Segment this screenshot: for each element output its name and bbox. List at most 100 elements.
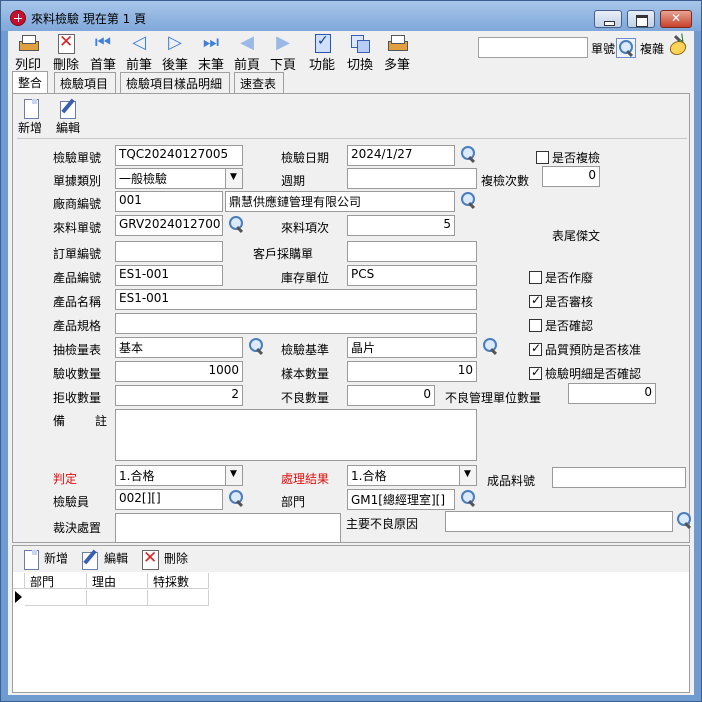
sample-table-lookup-icon[interactable] [247,337,265,355]
grid-col-special-qty[interactable]: 特採數 [148,573,209,589]
grid-cell[interactable] [25,590,87,606]
main-reason-field[interactable] [445,511,673,532]
qc-prevent-checkbox[interactable]: 品質預防是否核准 [529,341,641,358]
approved-checkbox[interactable]: 是否審核 [529,293,593,310]
first-record-button[interactable]: ⏮ 首筆 [86,32,120,74]
delete-button[interactable]: 刪除 [48,32,84,73]
prev-record-button[interactable]: ◁ 前筆 [122,33,156,74]
doc-no-search-button[interactable] [616,38,636,58]
received-qty-label: 驗收數量 [53,367,102,381]
cycle-field[interactable] [347,168,477,189]
edit-button[interactable]: 編輯 [53,98,83,136]
vendor-no-label: 廠商編號 [53,197,102,211]
grid-cell[interactable] [148,590,209,606]
vendor-name-field[interactable]: 鼎慧供應鏈管理有限公司 [225,191,455,212]
doc-type-select[interactable]: 一般檢驗 [115,168,243,189]
dept-field[interactable]: GM1[總經理室][] [347,489,455,510]
chevron-down-icon [225,169,242,188]
confirmed-checkbox[interactable]: 是否確認 [529,317,593,334]
tab-integrated[interactable]: 整合 [12,71,48,94]
chevron-down-icon [225,466,242,485]
row-pointer-icon [15,591,22,603]
grid-delete-button[interactable]: 刪除 [139,548,188,570]
result-select[interactable]: 1.合格 [347,465,477,486]
grid-toolbar: 新增 編輯 刪除 [13,546,689,572]
last-record-button[interactable]: ⏭ 末筆 [194,33,228,74]
product-no-field[interactable]: ES1-001 [115,265,223,286]
edit-icon [79,549,101,570]
inspect-no-label: 檢驗單號 [53,151,102,165]
tab-quick-lookup[interactable]: 速查表 [234,72,284,93]
inspector-field[interactable]: 002[][] [115,489,223,510]
receive-lookup-icon[interactable] [227,215,245,233]
decision-field[interactable] [115,513,341,543]
tab-inspection-items[interactable]: 檢驗項目 [54,72,116,93]
remark-textarea[interactable] [115,409,477,461]
prev-page-button[interactable]: ◀ 前頁 [230,32,264,74]
minimize-button[interactable] [594,10,622,28]
grid-new-button[interactable]: 新增 [19,549,68,570]
judge-select[interactable]: 1.合格 [115,465,243,486]
doc-no-search-input[interactable] [478,37,588,58]
receive-seq-field[interactable]: 5 [347,215,455,236]
sample-qty-field[interactable]: 10 [347,361,477,382]
finished-no-field[interactable] [552,467,686,488]
prev-page-icon: ◀ [240,32,254,53]
standard-lookup-icon[interactable] [481,337,499,355]
customer-po-field[interactable] [347,241,477,262]
grid-col-reason[interactable]: 理由 [87,573,148,589]
special-accept-grid-panel: 新增 編輯 刪除 部門 理由 特採數 [12,545,690,693]
grid-cell[interactable] [87,590,148,606]
copy-icon[interactable] [668,37,688,57]
print-button[interactable]: 列印 [10,33,46,73]
inspector-lookup-icon[interactable] [227,489,245,507]
multi-record-button[interactable]: 多筆 [380,33,414,73]
detail-confirm-checkbox[interactable]: 檢驗明細是否確認 [529,365,641,382]
inspect-no-field[interactable]: TQC20240127005 [115,145,243,166]
bad-unit-qty-label: 不良管理單位數量 [445,391,542,405]
recheck-checkbox[interactable]: 是否複檢 [536,149,600,166]
dept-lookup-icon[interactable] [459,489,477,507]
standard-label: 檢驗基準 [281,343,330,357]
standard-field[interactable]: 晶片 [347,337,477,358]
window-title: 來料檢驗 現在第 1 頁 [31,12,147,26]
bad-unit-qty-field[interactable]: 0 [568,383,656,404]
detail-confirm-box [529,365,542,380]
printer-icon [17,33,39,53]
first-icon: ⏮ [94,32,112,53]
main-reason-lookup-icon[interactable] [675,511,693,529]
new-button[interactable]: 新增 [15,98,45,136]
vendor-lookup-icon[interactable] [459,191,477,209]
grid-edit-button[interactable]: 編輯 [79,549,128,570]
cycle-label: 週期 [281,174,306,188]
product-name-field[interactable]: ES1-001 [115,289,477,310]
stock-unit-field[interactable]: PCS [347,265,477,286]
maximize-button[interactable] [627,10,655,28]
order-no-field[interactable] [115,241,223,262]
void-checkbox[interactable]: 是否作廢 [529,269,593,286]
next-icon: ▷ [168,32,182,53]
sample-table-field[interactable]: 基本 [115,337,243,358]
received-qty-field[interactable]: 1000 [115,361,243,382]
next-record-button[interactable]: ▷ 後筆 [158,32,192,74]
stock-unit-label: 庫存單位 [281,271,330,285]
product-no-label: 產品編號 [53,271,102,285]
remark-label-b: 註 [95,414,108,428]
date-picker-icon[interactable] [459,145,477,163]
receive-no-field[interactable]: GRV20240127001 [115,215,223,236]
vendor-no-field[interactable]: 001 [115,191,223,212]
new-doc-icon [19,549,41,570]
grid-col-dept[interactable]: 部門 [25,573,87,589]
next-page-button[interactable]: ▶ 下頁 [266,33,300,74]
close-button[interactable] [660,10,692,28]
switch-button[interactable]: 切換 [343,33,377,73]
reject-qty-field[interactable]: 2 [115,385,243,406]
tab-sample-details[interactable]: 檢驗項目樣品明細 [120,72,230,93]
function-button[interactable]: 功能 [305,33,339,73]
dept-label: 部門 [281,495,306,509]
sample-table-label: 抽檢量表 [53,343,102,357]
bad-qty-field[interactable]: 0 [347,385,435,406]
recheck-count-field[interactable]: 0 [542,166,600,187]
spec-field[interactable] [115,313,477,334]
inspect-date-field[interactable]: 2024/1/27 [347,145,455,166]
